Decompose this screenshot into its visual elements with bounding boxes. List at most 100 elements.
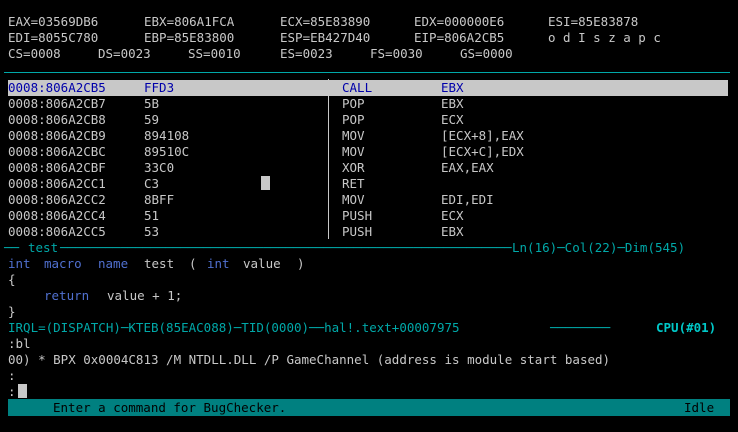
register-separator bbox=[4, 72, 730, 73]
editor-title-rule-left: ── bbox=[4, 240, 20, 255]
disasm-bytes: 894108 bbox=[144, 128, 190, 143]
editor-title-rule: ────────────────────────────────────────… bbox=[60, 240, 512, 255]
register-edi: EDI=8055C780 bbox=[8, 30, 99, 45]
register-esi: ESI=85E83878 bbox=[548, 14, 639, 29]
disasm-address: 0008:806A2CC5 bbox=[8, 224, 106, 239]
disasm-mnemonic: PUSH bbox=[342, 208, 373, 223]
disasm-address: 0008:806A2CC2 bbox=[8, 192, 106, 207]
disasm-mnemonic: MOV bbox=[342, 144, 365, 159]
register-ecx: ECX=85E83890 bbox=[280, 14, 371, 29]
disasm-operands: EBX bbox=[441, 224, 464, 239]
disasm-bytes: 51 bbox=[144, 208, 160, 223]
disasm-address: 0008:806A2CB7 bbox=[8, 96, 106, 111]
register-fs: FS=0030 bbox=[370, 46, 423, 61]
command-prompt: : bbox=[8, 384, 16, 399]
disasm-operands: EBX bbox=[441, 80, 464, 95]
disasm-address: 0008:806A2CBF bbox=[8, 160, 106, 175]
context-info: IRQL=(DISPATCH)─KTEB(85EAC088)─TID(0000)… bbox=[8, 320, 460, 335]
debugger-screen: EAX=03569DB6 EBX=806A1FCA ECX=85E83890 E… bbox=[0, 0, 738, 432]
disasm-mnemonic: MOV bbox=[342, 128, 365, 143]
disasm-row[interactable]: 0008:806A2CB5 FFD3 CALL EBX bbox=[8, 80, 728, 96]
status-bar: Enter a command for BugChecker. Idle bbox=[8, 399, 730, 416]
block-cursor bbox=[261, 176, 270, 190]
disasm-bytes: 59 bbox=[144, 112, 160, 127]
open-paren: ( bbox=[189, 256, 197, 271]
register-row-2: EDI=8055C780 EBP=85E83800 ESP=EB427D40 E… bbox=[8, 30, 661, 46]
disasm-mnemonic: CALL bbox=[342, 80, 373, 95]
disasm-bytes: 89510C bbox=[144, 144, 190, 159]
status-state: Idle bbox=[684, 400, 715, 415]
context-rule: ──────── bbox=[550, 320, 611, 335]
register-esp: ESP=EB427D40 bbox=[280, 30, 371, 45]
arg-name: value bbox=[243, 256, 281, 271]
disasm-address: 0008:806A2CB8 bbox=[8, 112, 106, 127]
editor-name: test bbox=[28, 240, 59, 255]
disasm-bytes: 5B bbox=[144, 96, 160, 111]
command-input[interactable] bbox=[18, 384, 27, 398]
register-gs: GS=0000 bbox=[460, 46, 513, 61]
disasm-row[interactable]: 0008:806A2CC1 C3 RET bbox=[8, 176, 708, 192]
editor-cursor-status: Ln(16)─Col(22)─Dim(545) bbox=[512, 240, 686, 255]
disasm-row[interactable]: 0008:806A2CC4 51 PUSH ECX bbox=[8, 208, 708, 224]
cpu-indicator: CPU(#01) bbox=[656, 320, 717, 335]
command-output-1: :bl bbox=[8, 336, 31, 351]
disasm-operands: ECX bbox=[441, 208, 464, 223]
disasm-address: 0008:806A2CC4 bbox=[8, 208, 106, 223]
disasm-mnemonic: MOV bbox=[342, 192, 365, 207]
disasm-mnemonic: POP bbox=[342, 112, 365, 127]
disasm-row[interactable]: 0008:806A2CC5 53 PUSH EBX bbox=[8, 224, 708, 240]
disasm-row[interactable]: 0008:806A2CB9 894108 MOV [ECX+8],EAX bbox=[8, 128, 708, 144]
disasm-mnemonic: PUSH bbox=[342, 224, 373, 239]
disasm-address: 0008:806A2CBC bbox=[8, 144, 106, 159]
macro-name: test bbox=[144, 256, 175, 271]
register-ds: DS=0023 bbox=[98, 46, 151, 61]
disasm-operands: [ECX+C],EDX bbox=[441, 144, 524, 159]
disasm-address: 0008:806A2CB9 bbox=[8, 128, 106, 143]
disasm-operands: EBX bbox=[441, 96, 464, 111]
code-line-1[interactable]: int macro name test ( int value ) bbox=[8, 256, 305, 272]
register-edx: EDX=000000E6 bbox=[414, 14, 505, 29]
register-row-1: EAX=03569DB6 EBX=806A1FCA ECX=85E83890 E… bbox=[8, 14, 638, 30]
disasm-bytes: FFD3 bbox=[144, 80, 175, 95]
context-bar: IRQL=(DISPATCH)─KTEB(85EAC088)─TID(0000)… bbox=[8, 320, 730, 336]
disasm-row[interactable]: 0008:806A2CBF 33C0 XOR EAX,EAX bbox=[8, 160, 708, 176]
keyword-name: name bbox=[98, 256, 129, 271]
disasm-row[interactable]: 0008:806A2CB7 5B POP EBX bbox=[8, 96, 708, 112]
disasm-address: 0008:806A2CC1 bbox=[8, 176, 106, 191]
disasm-row[interactable]: 0008:806A2CC2 8BFF MOV EDI,EDI bbox=[8, 192, 708, 208]
keyword-return: return bbox=[44, 288, 90, 303]
register-es: ES=0023 bbox=[280, 46, 333, 61]
register-eax: EAX=03569DB6 bbox=[8, 14, 99, 29]
disasm-row[interactable]: 0008:806A2CBC 89510C MOV [ECX+C],EDX bbox=[8, 144, 708, 160]
close-paren: ) bbox=[297, 256, 305, 271]
disasm-operands: [ECX+8],EAX bbox=[441, 128, 524, 143]
return-expression: value + 1; bbox=[107, 288, 183, 303]
register-cs: CS=0008 bbox=[8, 46, 61, 61]
command-output-3: : bbox=[8, 368, 16, 383]
flags-display: o d I s z a p c bbox=[548, 30, 661, 45]
disasm-bytes: 8BFF bbox=[144, 192, 175, 207]
keyword-int-arg: int bbox=[207, 256, 230, 271]
disasm-operands: EAX,EAX bbox=[441, 160, 494, 175]
code-line-3[interactable]: return value + 1; bbox=[8, 288, 182, 304]
code-line-4[interactable]: } bbox=[8, 304, 16, 320]
register-row-3: CS=0008 DS=0023 SS=0010 ES=0023 FS=0030 … bbox=[8, 46, 513, 62]
register-ss: SS=0010 bbox=[188, 46, 241, 61]
disasm-mnemonic: RET bbox=[342, 176, 365, 191]
keyword-macro: macro bbox=[44, 256, 82, 271]
disasm-row[interactable]: 0008:806A2CB8 59 POP ECX bbox=[8, 112, 708, 128]
register-eip: EIP=806A2CB5 bbox=[414, 30, 505, 45]
code-line-2[interactable]: { bbox=[8, 272, 16, 288]
disasm-bytes: C3 bbox=[144, 176, 160, 191]
disasm-operands: EDI,EDI bbox=[441, 192, 494, 207]
disasm-mnemonic: POP bbox=[342, 96, 365, 111]
disasm-bytes: 53 bbox=[144, 224, 160, 239]
editor-title-bar: ── test ────────────────────────────────… bbox=[4, 240, 730, 256]
disasm-address: 0008:806A2CB5 bbox=[8, 80, 106, 95]
status-message: Enter a command for BugChecker. bbox=[53, 400, 287, 415]
disasm-mnemonic: XOR bbox=[342, 160, 365, 175]
register-ebp: EBP=85E83800 bbox=[144, 30, 235, 45]
keyword-int: int bbox=[8, 256, 31, 271]
disasm-bytes: 33C0 bbox=[144, 160, 175, 175]
register-ebx: EBX=806A1FCA bbox=[144, 14, 235, 29]
